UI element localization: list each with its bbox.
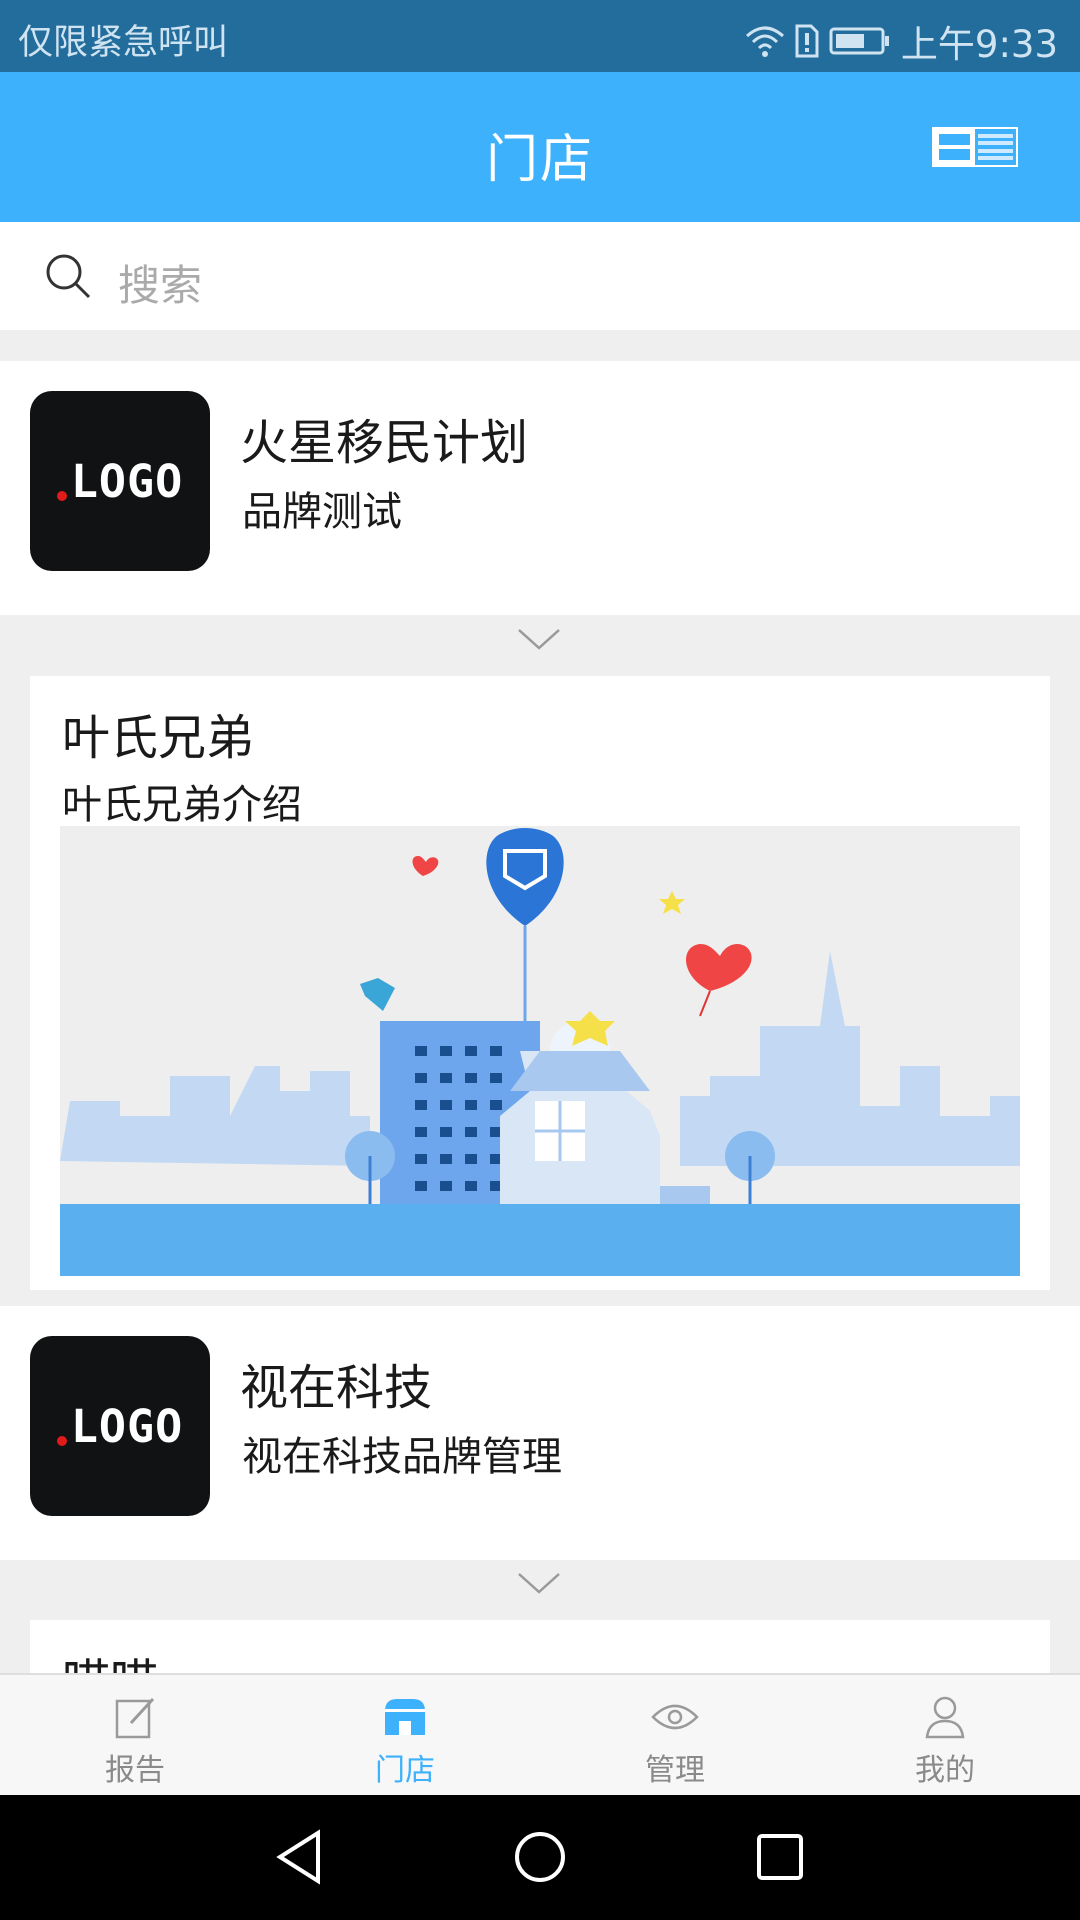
card-view-half <box>934 129 975 165</box>
carrier-text: 仅限紧急呼叫 <box>18 23 229 63</box>
sim-alert-icon <box>795 24 819 58</box>
chevron-down-icon[interactable] <box>517 628 561 650</box>
list-view-half <box>975 129 1016 165</box>
logo-text: LOGO <box>70 454 184 508</box>
store-card[interactable]: LOGO 火星移民计划 品牌测试 <box>0 361 1080 615</box>
promo-title: 喵喵 <box>62 1642 158 1673</box>
promo-subtitle: 叶氏兄弟介绍 <box>62 782 302 828</box>
status-icons: 上午9:33 <box>745 14 1058 68</box>
nav-label: 门店 <box>375 1753 435 1788</box>
bottom-navigation: 报告 门店 管理 我的 <box>0 1673 1080 1797</box>
edit-report-icon <box>115 1697 155 1739</box>
store-logo: LOGO <box>30 1336 210 1516</box>
user-icon <box>925 1696 965 1739</box>
page-title: 门店 <box>485 130 594 190</box>
store-logo: LOGO <box>30 391 210 571</box>
store-name: 视在科技 <box>240 1360 433 1416</box>
nav-item-manage[interactable]: 管理 <box>540 1675 810 1797</box>
layout-toggle-icon[interactable] <box>932 127 1018 167</box>
search-bar[interactable]: 搜索 <box>0 222 1080 330</box>
clock: 上午9:33 <box>900 23 1058 66</box>
system-navigation-bar <box>0 1795 1080 1920</box>
store-name: 火星移民计划 <box>240 415 529 471</box>
logo-dot <box>56 1436 67 1446</box>
wifi-icon <box>745 26 784 57</box>
home-icon[interactable] <box>510 1827 570 1887</box>
store-description: 视在科技品牌管理 <box>242 1434 562 1480</box>
eye-icon <box>651 1704 699 1730</box>
search-icon <box>46 254 91 299</box>
back-icon[interactable] <box>270 1827 330 1887</box>
nav-item-report[interactable]: 报告 <box>0 1675 270 1797</box>
store-icon <box>385 1699 425 1735</box>
nav-label: 报告 <box>105 1753 165 1788</box>
logo-text: LOGO <box>70 1399 184 1453</box>
city-illustration <box>60 826 1020 1276</box>
battery-icon <box>829 27 889 55</box>
promo-card[interactable]: 喵喵 <box>30 1620 1050 1673</box>
nav-label: 管理 <box>645 1753 705 1788</box>
logo-dot <box>56 491 67 501</box>
nav-item-mine[interactable]: 我的 <box>810 1675 1080 1797</box>
search-placeholder: 搜索 <box>118 261 203 310</box>
nav-label: 我的 <box>915 1753 975 1788</box>
nav-item-store[interactable]: 门店 <box>270 1675 540 1797</box>
app-bar: 门店 <box>0 72 1080 222</box>
promo-title: 叶氏兄弟 <box>62 710 255 766</box>
chevron-down-icon[interactable] <box>517 1572 561 1594</box>
recent-apps-icon[interactable] <box>750 1827 810 1887</box>
promo-card[interactable]: 叶氏兄弟 叶氏兄弟介绍 <box>30 676 1050 1290</box>
status-bar: 仅限紧急呼叫 上午9:33 <box>0 0 1080 72</box>
store-card[interactable]: LOGO 视在科技 视在科技品牌管理 <box>0 1306 1080 1560</box>
store-description: 品牌测试 <box>242 489 402 535</box>
